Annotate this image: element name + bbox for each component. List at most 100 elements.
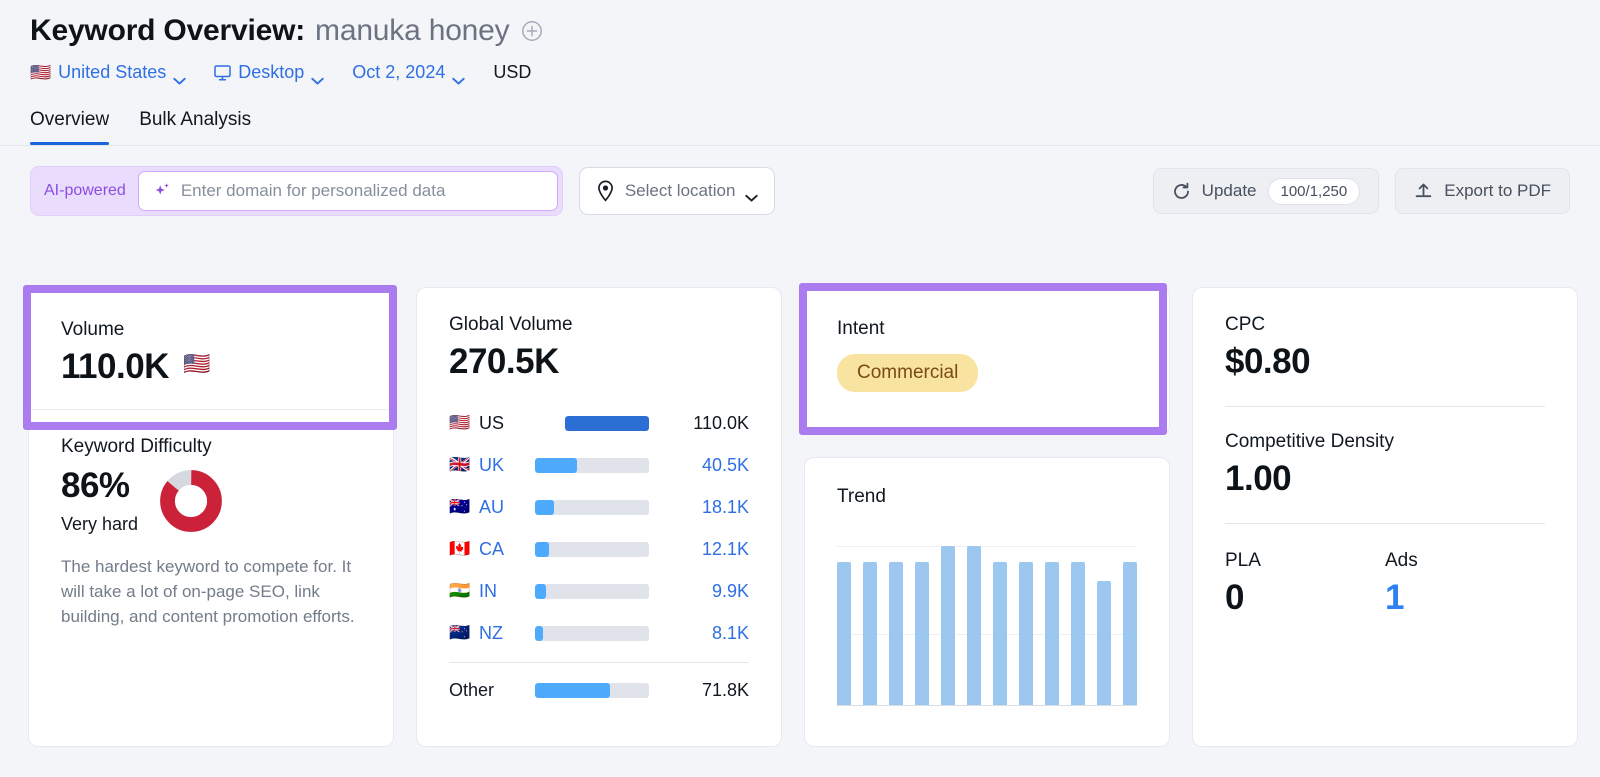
- tab-overview-label: Overview: [30, 109, 110, 130]
- intent-trend-column: Intent Commercial Trend: [804, 287, 1170, 747]
- global-volume-value: 270.5K: [449, 342, 559, 381]
- pla-metric: PLA 0: [1225, 550, 1385, 618]
- toolbar: AI-powered Select location: [30, 166, 1570, 216]
- global-volume-row[interactable]: 🇳🇿 NZ 8.1K: [449, 612, 749, 654]
- keyword-difficulty-section: Keyword Difficulty 86% Very hard The har…: [29, 410, 393, 629]
- volume-value-cell: 9.9K: [711, 580, 749, 601]
- ads-value[interactable]: 1: [1385, 578, 1545, 618]
- ai-powered-label: AI-powered: [44, 182, 126, 199]
- cpc-value: $0.80: [1225, 342, 1311, 381]
- competitive-density-value: 1.00: [1225, 459, 1292, 498]
- refresh-icon: [1172, 182, 1191, 201]
- ads-label: Ads: [1385, 550, 1418, 571]
- keyword-difficulty-percent: 86%: [61, 466, 130, 505]
- trend-bar[interactable]: [941, 545, 955, 705]
- volume-section: Volume 110.0K 🇺🇸: [29, 288, 393, 409]
- pla-label: PLA: [1225, 550, 1261, 571]
- trend-bar[interactable]: [967, 545, 981, 705]
- upload-icon: [1414, 182, 1433, 201]
- tab-bulk-analysis[interactable]: Bulk Analysis: [139, 109, 251, 145]
- tab-bar: Overview Bulk Analysis: [30, 109, 1600, 145]
- page-title: Keyword Overview: manuka honey: [30, 14, 1600, 48]
- us-flag-icon: 🇺🇸: [30, 63, 52, 82]
- volume-value-cell: 18.1K: [701, 496, 749, 517]
- country-code: Other: [449, 679, 495, 700]
- keyword-difficulty-donut-chart: [160, 470, 222, 537]
- ai-domain-group: AI-powered: [30, 166, 563, 216]
- country-flag-icon: 🇦🇺: [449, 497, 471, 516]
- global-volume-country-list: 🇺🇸 US 110.0K 🇬🇧 UK 40.5K 🇦🇺 AU 18.1K 🇨🇦 CA 12.1K 🇮🇳 I…: [449, 402, 749, 711]
- country-code: US: [479, 412, 505, 433]
- volume-country-flag-icon: 🇺🇸: [182, 351, 211, 376]
- trend-bar[interactable]: [889, 561, 903, 705]
- chevron-down-icon: [452, 69, 465, 85]
- global-volume-label: Global Volume: [449, 314, 573, 335]
- global-volume-row[interactable]: 🇨🇦 CA 12.1K: [449, 528, 749, 570]
- currency-value: USD: [493, 62, 532, 82]
- intent-label: Intent: [837, 318, 885, 339]
- volume-value-cell: 110.0K: [693, 412, 749, 433]
- country-code: CA: [479, 538, 505, 559]
- volume-bar-track: [535, 625, 649, 641]
- trend-bar[interactable]: [863, 561, 877, 705]
- country-selector[interactable]: 🇺🇸 United States: [30, 62, 186, 85]
- keyword-difficulty-label: Keyword Difficulty: [61, 436, 212, 457]
- volume-value-cell: 8.1K: [711, 622, 749, 643]
- volume-label: Volume: [61, 319, 125, 340]
- volume-bar-fill: [535, 499, 555, 515]
- trend-bar[interactable]: [1019, 561, 1033, 705]
- trend-bar[interactable]: [993, 561, 1007, 705]
- trend-card: Trend: [804, 457, 1170, 747]
- cpc-card: CPC $0.80 Competitive Density 1.00 PLA 0…: [1192, 287, 1578, 747]
- volume-bar-track: [535, 583, 649, 599]
- metrics-grid: Volume 110.0K 🇺🇸 Keyword Difficulty 86% …: [28, 287, 1578, 747]
- trend-bar[interactable]: [915, 561, 929, 705]
- currency-label: USD: [493, 62, 531, 83]
- country-code: NZ: [479, 622, 503, 643]
- domain-input-wrapper[interactable]: [137, 171, 558, 211]
- intent-badge[interactable]: Commercial: [837, 354, 979, 392]
- keyword-difficulty-description: The hardest keyword to compete for. It w…: [61, 557, 355, 626]
- domain-input[interactable]: [180, 181, 543, 201]
- trend-bar[interactable]: [837, 561, 851, 705]
- page-title-prefix: Keyword Overview:: [30, 14, 306, 47]
- chevron-down-icon: [745, 187, 759, 202]
- tab-divider: [0, 145, 1600, 146]
- volume-bar-fill: [535, 682, 611, 698]
- trend-bar[interactable]: [1123, 561, 1137, 705]
- cpc-divider-1: [1225, 406, 1545, 407]
- trend-bar[interactable]: [1071, 561, 1085, 705]
- keyword-difficulty-level: Very hard: [61, 514, 139, 534]
- page-title-keyword: manuka honey: [315, 14, 510, 47]
- volume-bar-fill: [565, 415, 649, 431]
- trend-bar[interactable]: [1045, 561, 1059, 705]
- country-code: UK: [479, 454, 505, 475]
- map-pin-icon: [596, 180, 615, 202]
- device-label: Desktop: [238, 62, 305, 82]
- sparkle-icon: [153, 182, 172, 201]
- tab-overview[interactable]: Overview: [30, 109, 110, 145]
- update-button[interactable]: Update 100/1,250: [1152, 168, 1380, 214]
- pla-value: 0: [1225, 578, 1245, 617]
- cpc-divider-2: [1225, 523, 1545, 524]
- device-selector[interactable]: Desktop: [214, 62, 324, 85]
- trend-chart: [837, 538, 1137, 706]
- plus-circle-icon[interactable]: [521, 20, 543, 42]
- volume-value: 110.0K: [61, 347, 169, 386]
- global-volume-row[interactable]: 🇺🇸 US 110.0K: [449, 402, 749, 444]
- location-selector[interactable]: Select location: [578, 167, 776, 215]
- chart-bars: [837, 538, 1137, 705]
- global-volume-divider: [449, 662, 749, 663]
- global-volume-row[interactable]: 🇮🇳 IN 9.9K: [449, 570, 749, 612]
- global-volume-row[interactable]: 🇬🇧 UK 40.5K: [449, 444, 749, 486]
- page-header: Keyword Overview: manuka honey 🇺🇸 United…: [0, 0, 1600, 85]
- keyword-overview-page: Keyword Overview: manuka honey 🇺🇸 United…: [0, 0, 1600, 777]
- date-selector[interactable]: Oct 2, 2024: [352, 62, 465, 85]
- global-volume-row[interactable]: 🇦🇺 AU 18.1K: [449, 486, 749, 528]
- country-flag-icon: 🇬🇧: [449, 455, 471, 474]
- trend-bar[interactable]: [1097, 580, 1111, 705]
- update-label: Update: [1201, 181, 1257, 200]
- export-pdf-button[interactable]: Export to PDF: [1395, 168, 1570, 214]
- volume-bar-fill: [535, 457, 577, 473]
- monitor-icon: [214, 64, 231, 81]
